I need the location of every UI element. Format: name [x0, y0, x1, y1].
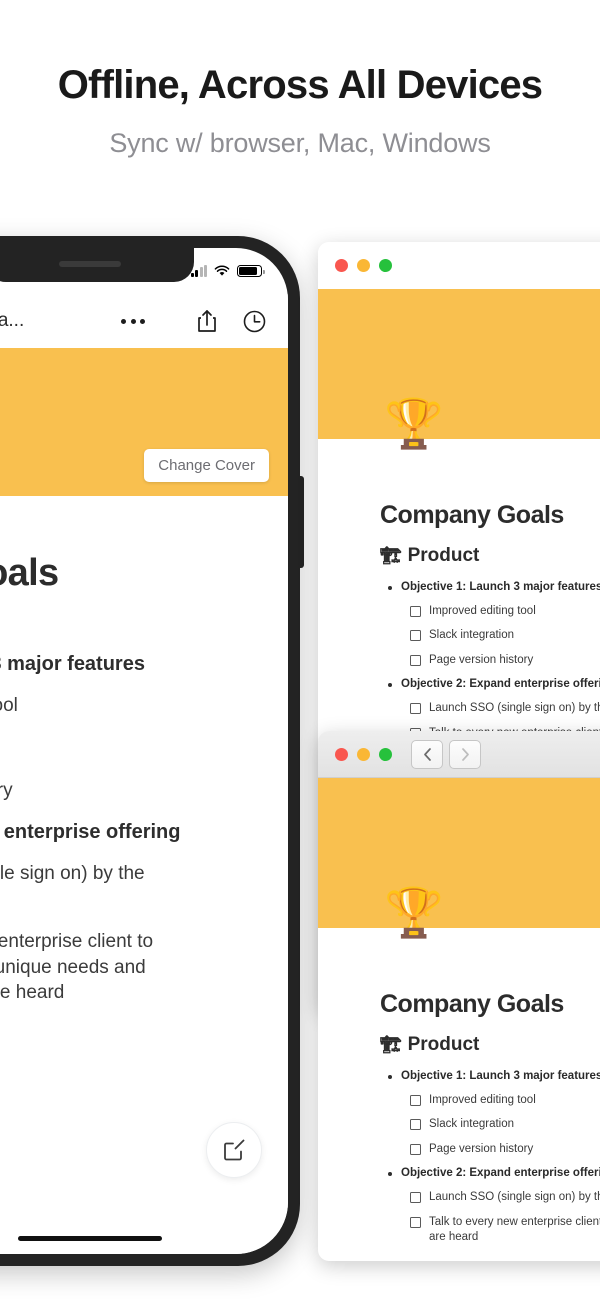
phone-checklist-label[interactable]: ery new enterprise client tond their uni… — [0, 929, 258, 1006]
objective-list-front: Objective 1: Launch 3 major features Impr… — [380, 1069, 600, 1246]
checklist-label: Improved editing tool — [429, 1093, 536, 1106]
chevron-right-icon[interactable] — [449, 739, 481, 769]
window-cover-banner-back — [318, 289, 600, 439]
document-heading-back: Company Goals — [380, 501, 564, 529]
section-heading-back: 🏗 Product — [380, 545, 600, 567]
maximize-button-front[interactable] — [379, 747, 392, 761]
checklist-label: Page version history — [429, 653, 534, 666]
checklist-row[interactable]: Launch SSO (single sign on) by the — [380, 701, 600, 717]
objective-row: Objective 1: Launch 3 major features — [380, 580, 600, 595]
checklist-label: Launch SSO (single sign on) by the — [429, 702, 600, 715]
window-titlebar-front — [318, 731, 600, 778]
phone-objective-list: aunch 3 major features editing tool gratio… — [0, 653, 258, 1006]
compose-edit-icon[interactable] — [206, 1122, 262, 1178]
page-title: Offline, Across All Devices — [57, 63, 543, 107]
section-label-front: Product — [407, 1034, 480, 1055]
objective-label: Objective 1: Launch 3 major features — [401, 581, 600, 593]
objective-row: Objective 2: Expand enterprise offering — [380, 1166, 600, 1181]
checkbox-icon[interactable] — [410, 1216, 421, 1228]
checkbox-icon[interactable] — [410, 1143, 421, 1155]
checkbox-icon[interactable] — [410, 654, 421, 666]
traffic-lights[interactable] — [335, 259, 392, 272]
trophy-emoji-front: 🏆 — [384, 887, 444, 940]
wifi-icon — [214, 265, 230, 276]
bullet-dot-icon — [388, 683, 392, 688]
maximize-button[interactable] — [379, 259, 392, 272]
checklist-row[interactable]: Improved editing tool — [380, 1093, 600, 1109]
phone-objective-label: aunch 3 major features — [0, 653, 145, 675]
phone-notch — [0, 248, 194, 282]
checklist-row[interactable]: Page version history — [380, 653, 600, 669]
battery-icon — [237, 265, 265, 277]
minimize-button[interactable] — [357, 259, 370, 272]
checkbox-icon[interactable] — [410, 1119, 421, 1131]
checklist-label: Improved editing tool — [429, 604, 536, 617]
checklist-row[interactable]: Page version history — [380, 1142, 600, 1158]
phone-cover-banner: Change Cover — [0, 348, 288, 496]
close-button[interactable] — [335, 259, 348, 272]
checkbox-icon[interactable] — [410, 703, 421, 715]
phone-checklist-label[interactable]: editing tool — [0, 693, 258, 719]
document-heading-front: Company Goals — [380, 990, 564, 1018]
checklist-label: Page version history — [429, 1142, 534, 1155]
bullet-dot-icon — [388, 1172, 392, 1177]
trophy-emoji: 🏆 — [384, 398, 444, 451]
more-dots-icon[interactable] — [121, 318, 145, 324]
phone-screen: 🏆 Compa... Change Cover y — [0, 248, 288, 1254]
phone-checklist-label[interactable]: gration — [0, 736, 258, 762]
bullet-dot-icon — [388, 586, 392, 590]
checklist-row[interactable]: Slack integration — [380, 628, 600, 644]
objective-row: Objective 1: Launch 3 major features — [380, 1069, 600, 1084]
objective-label: Objective 1: Launch 3 major features — [401, 1070, 600, 1082]
checklist-row[interactable]: Improved editing tool — [380, 604, 600, 620]
page-subtitle: Sync w/ browser, Mac, Windows — [109, 128, 491, 158]
checklist-label: Launch SSO (single sign on) by th — [429, 1191, 600, 1204]
phone-mockup: 🏆 Compa... Change Cover y — [0, 236, 304, 1266]
checkbox-icon[interactable] — [410, 605, 421, 617]
phone-objective-label: Expand enterprise offering — [0, 820, 181, 843]
objective-label: Objective 2: Expand enterprise offering — [401, 678, 600, 691]
chevron-left-icon[interactable] — [411, 739, 443, 769]
checklist-label: Slack integration — [429, 1118, 515, 1131]
window-document-back: Company Goals 🏗 Product Objective 1: Lau… — [318, 439, 600, 741]
objective-label: Objective 2: Expand enterprise offering — [401, 1167, 600, 1180]
window-document-front: Company Goals 🏗 Product Objective 1: Lau… — [318, 928, 600, 1246]
promo-header: Offline, Across All Devices Sync w/ brow… — [0, 0, 600, 159]
phone-power-button[interactable] — [299, 476, 304, 568]
clock-history-icon[interactable] — [243, 310, 266, 333]
traffic-lights-front[interactable] — [335, 747, 392, 761]
window-cover-banner-front — [318, 778, 600, 928]
checklist-label: Slack integration — [429, 629, 515, 642]
desktop-window-front[interactable]: 🏆 Company Goals 🏗 Product Objective 1: L… — [318, 731, 600, 1261]
crane-icon: 🏗 — [380, 546, 402, 565]
close-button-front[interactable] — [335, 747, 348, 761]
phone-checklist-label[interactable]: ion history — [0, 778, 258, 804]
objective-row: Objective 2: Expand enterprise offering — [380, 677, 600, 692]
phone-checklist-label[interactable]: SO (single sign on) by thee year — [0, 861, 258, 912]
checkbox-icon[interactable] — [410, 1094, 421, 1106]
checklist-row[interactable]: Launch SSO (single sign on) by th — [380, 1190, 600, 1206]
section-label-back: Product — [407, 545, 480, 566]
checkbox-icon[interactable] — [410, 1192, 421, 1204]
phone-app-navbar: 🏆 Compa... — [0, 294, 288, 348]
phone-doc-title: Compa... — [0, 310, 25, 331]
minimize-button-front[interactable] — [357, 747, 370, 761]
phone-speaker-grille — [59, 261, 121, 267]
share-icon[interactable] — [197, 309, 217, 333]
checklist-label: Talk to every new enterprise client are h… — [429, 1215, 600, 1244]
phone-document-heading: y Goals — [0, 552, 59, 594]
change-cover-button[interactable]: Change Cover — [144, 449, 269, 482]
bullet-dot-icon — [388, 1075, 392, 1079]
crane-icon-front: 🏗 — [380, 1035, 402, 1054]
objective-list-back: Objective 1: Launch 3 major features Impr… — [380, 580, 600, 741]
checklist-row[interactable]: Slack integration — [380, 1117, 600, 1133]
section-heading-front: 🏗 Product — [380, 1034, 600, 1056]
checkbox-icon[interactable] — [410, 630, 421, 642]
window-titlebar-back — [318, 242, 600, 289]
home-indicator — [18, 1236, 162, 1241]
checklist-row[interactable]: Talk to every new enterprise client are h… — [380, 1215, 600, 1246]
